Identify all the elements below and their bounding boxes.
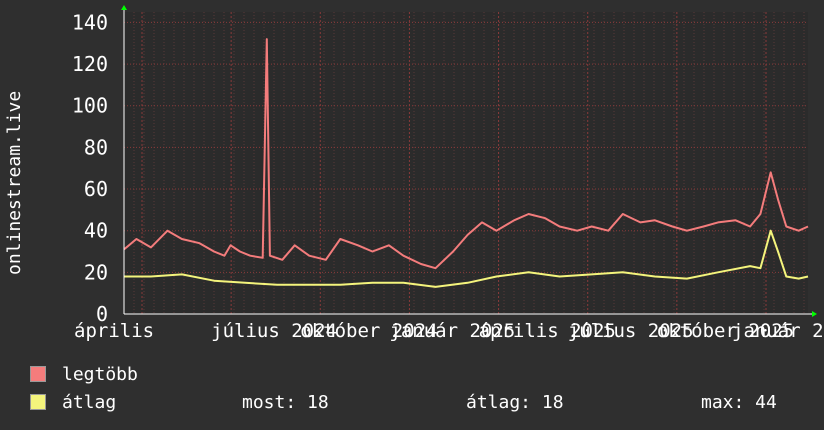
y-tick-label: 80 xyxy=(84,135,108,159)
x-axis-arrow-icon xyxy=(812,311,817,317)
y-tick-label: 140 xyxy=(72,10,108,34)
y-tick-label: 100 xyxy=(72,94,108,118)
y-axis-label: onlinestream.live xyxy=(4,90,25,275)
chart-svg: 020406080100120140április július 2024októ… xyxy=(72,5,824,342)
y-tick-label: 20 xyxy=(84,260,108,284)
x-tick-label: január 2026 xyxy=(732,320,824,342)
y-tick-label: 60 xyxy=(84,177,108,201)
y-tick-label: 120 xyxy=(72,52,108,76)
x-tick-label: április xyxy=(74,320,154,342)
y-tick-label: 40 xyxy=(84,219,108,243)
plot-area xyxy=(124,12,808,314)
y-axis-arrow-icon xyxy=(121,5,127,10)
